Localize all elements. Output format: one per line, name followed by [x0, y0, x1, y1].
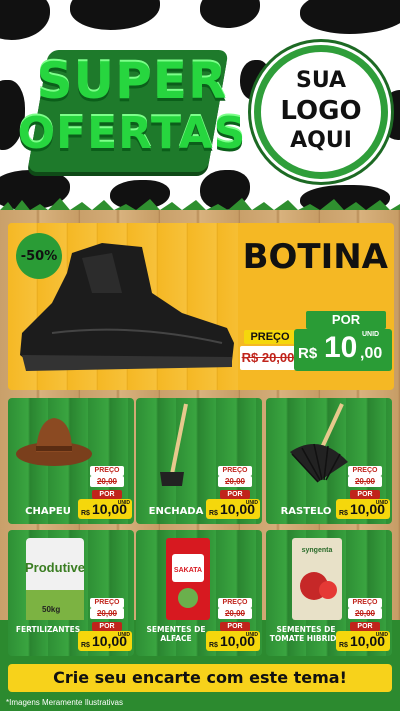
logo-placeholder: SUA LOGO AQUI [254, 45, 388, 179]
price-prefix: R$ [81, 510, 90, 517]
old-price: 20,00 [90, 476, 124, 487]
price-prefix: R$ [339, 642, 348, 649]
price-box: R$ 10,00 UNID [336, 499, 390, 519]
product-card: RASTELO PREÇO 20,00 POR R$ 10,00 UNID [266, 398, 392, 524]
featured-name: BOTINA [242, 237, 388, 277]
product-card: syngenta SEMENTES DE TOMATE HIBRIDA PREÇO 2… [266, 530, 392, 656]
old-price: 20,00 [348, 608, 382, 619]
new-price-label: POR [350, 622, 380, 631]
featured-price-int: 10 [324, 331, 358, 364]
hat-icon [16, 418, 92, 466]
featured-unit: UNID [362, 331, 380, 338]
cta-banner: Crie seu encarte com este tema! [8, 664, 392, 692]
flyer-page: SUPER OFERTAS SUA LOGO AQUI -50% BOTINA … [0, 0, 400, 711]
product-card: ENCHADA PREÇO 20,00 POR R$ 10,00 UNID [136, 398, 262, 524]
product-card: SAKATA SEMENTES DE ALFACE PREÇO 20,00 POR R$ 1… [136, 530, 262, 656]
new-price-label: POR [350, 490, 380, 499]
logo-text-1: SUA [295, 68, 347, 93]
footnote: *Imagens Meramente Ilustrativas [6, 698, 123, 707]
featured-new-label: POR [306, 311, 386, 329]
old-price-label: PREÇO [218, 466, 252, 476]
price-box: R$ 10,00 UNID [206, 499, 260, 519]
price-unit: UNID [375, 500, 388, 506]
featured-old-price: R$ 20,00 [240, 346, 296, 370]
price-box: R$ 10,00 UNID [78, 499, 132, 519]
product-card: CHAPEU PREÇO 20,00 POR R$ 10,00 UNID [8, 398, 134, 524]
price-prefix: R$ [339, 510, 348, 517]
price-unit: UNID [117, 632, 130, 638]
featured-price-dec: ,00 [360, 345, 383, 362]
price-unit: UNID [245, 500, 258, 506]
bag-icon: Produtive 50kg [25, 538, 85, 620]
price-box: R$ 10,00 UNID [206, 631, 260, 651]
svg-text:Produtive: Produtive [25, 560, 85, 575]
product-name: SEMENTES DE ALFACE [146, 625, 206, 643]
svg-text:50kg: 50kg [42, 605, 60, 614]
product-name: RASTELO [280, 506, 332, 517]
old-price: 20,00 [218, 476, 252, 487]
price-prefix: R$ [209, 510, 218, 517]
price-unit: UNID [375, 632, 388, 638]
old-price-label: PREÇO [348, 466, 382, 476]
featured-old-label: PREÇO [244, 330, 296, 344]
old-price: 20,00 [90, 608, 124, 619]
product-name: ENCHADA [148, 506, 204, 517]
old-price-label: PREÇO [218, 598, 252, 608]
logo-text-2: LOGO [280, 96, 362, 126]
product-name: FERTILIZANTES [15, 625, 81, 634]
featured-price-prefix: R$ [298, 345, 318, 362]
new-price-label: POR [220, 490, 250, 499]
svg-text:syngenta: syngenta [302, 547, 333, 554]
new-price-label: POR [92, 622, 122, 631]
svg-text:SAKATA: SAKATA [174, 567, 202, 574]
title-super: SUPER [36, 52, 228, 110]
new-price-label: POR [220, 622, 250, 631]
packet2-icon: syngenta [292, 538, 342, 620]
new-price-label: POR [92, 490, 122, 499]
old-price: 20,00 [348, 476, 382, 487]
featured-product-card: -50% BOTINA PREÇO R$ 20,00 POR R$ 10 ,00… [8, 223, 394, 390]
logo-text-3: AQUI [290, 128, 352, 153]
product-card: Produtive 50kg FERTILIZANTES PREÇO 20,00 POR R… [8, 530, 134, 656]
price-unit: UNID [117, 500, 130, 506]
hoe-icon [160, 403, 188, 486]
product-name: CHAPEU [25, 506, 71, 517]
old-price-label: PREÇO [90, 466, 124, 476]
super-ofertas-logo: SUPER OFERTAS [12, 42, 245, 172]
old-price-label: PREÇO [348, 598, 382, 608]
price-unit: UNID [245, 632, 258, 638]
packet-icon: SAKATA [166, 538, 210, 620]
price-box: R$ 10,00 UNID [78, 631, 132, 651]
price-prefix: R$ [209, 642, 218, 649]
price-prefix: R$ [81, 642, 90, 649]
old-price: 20,00 [218, 608, 252, 619]
discount-badge: -50% [16, 233, 62, 279]
header-cow-pattern: SUPER OFERTAS SUA LOGO AQUI [0, 0, 400, 215]
product-name: SEMENTES DE TOMATE HIBRIDA [269, 625, 343, 643]
price-box: R$ 10,00 UNID [336, 631, 390, 651]
title-ofertas: OFERTAS [17, 108, 247, 159]
featured-price-box: R$ 10 ,00 UNID [294, 329, 392, 371]
old-price-label: PREÇO [90, 598, 124, 608]
rake-icon [290, 403, 348, 483]
